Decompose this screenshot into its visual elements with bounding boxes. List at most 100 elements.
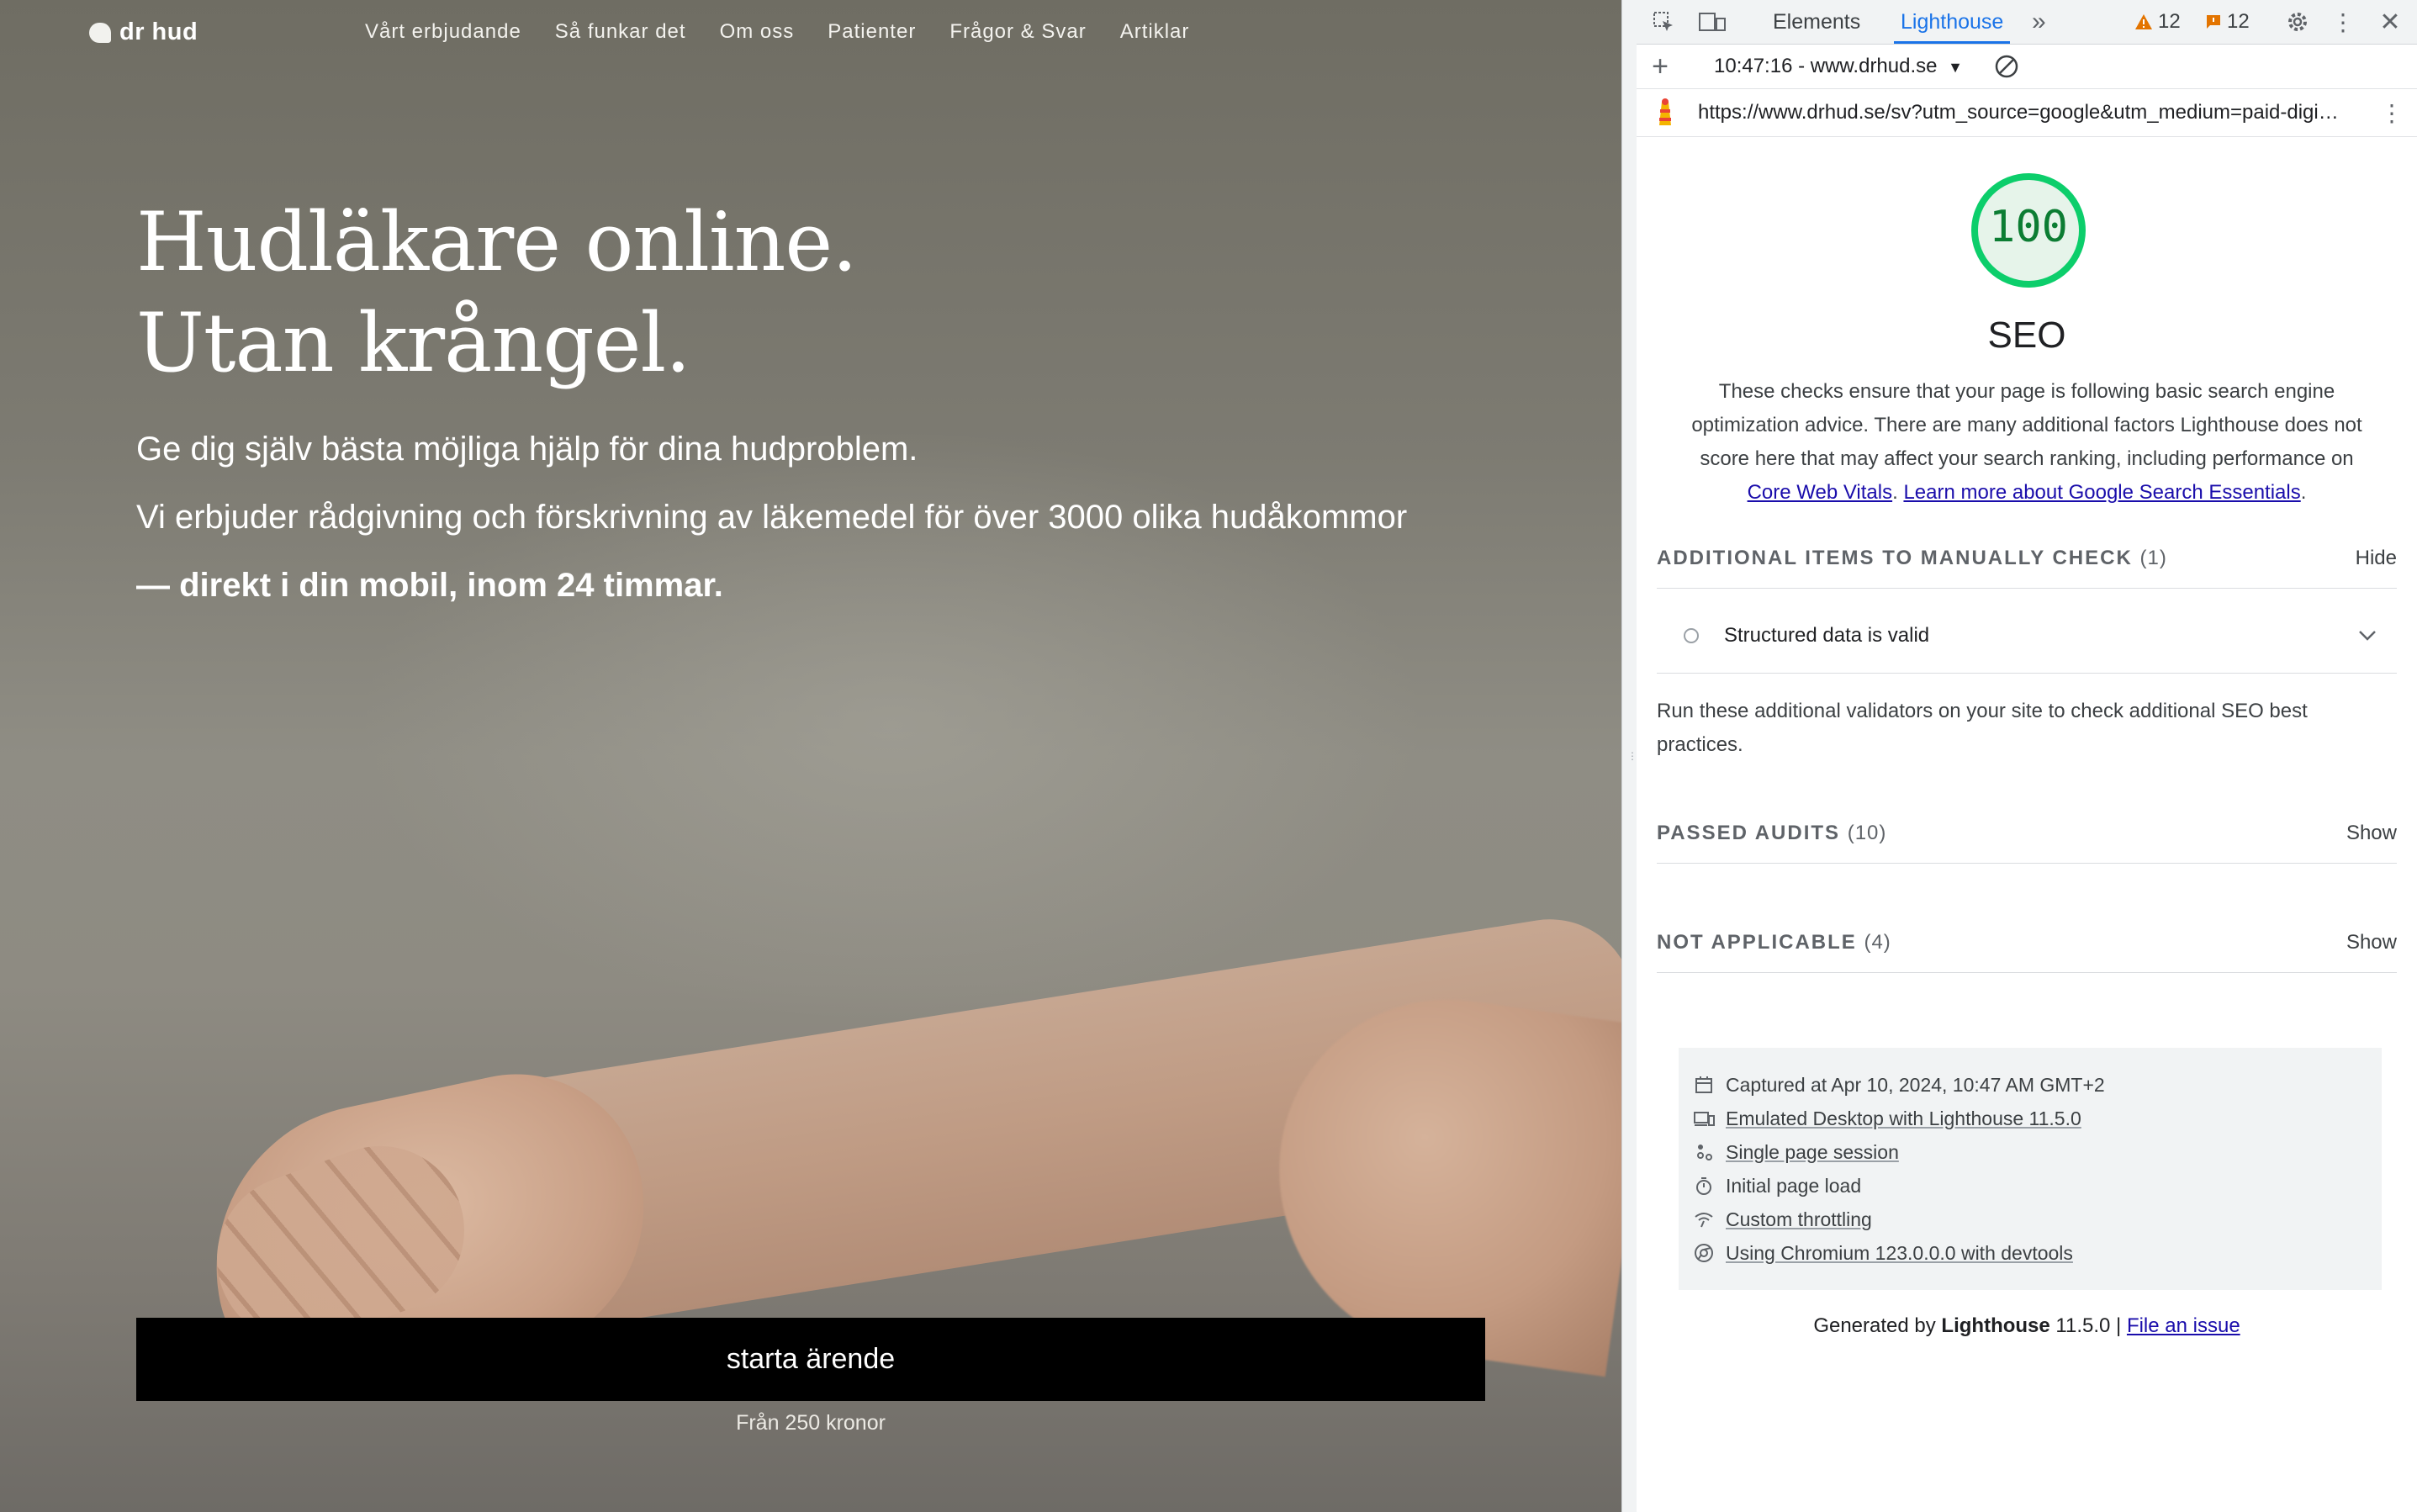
warnings-count: 12 [2158,10,2181,33]
dropdown-caret-icon: ▼ [1948,59,1963,76]
not-applicable-count: (4) [1864,931,1891,954]
audited-url-link[interactable]: https://www.drhud.se/sv?utm_source=googl… [1698,101,2354,124]
warning-icon [2135,14,2152,29]
not-applicable-label: NOT APPLICABLE (4) [1657,931,1891,954]
passed-audits-count: (10) [1847,822,1887,844]
warnings-badge[interactable]: 12 [2134,10,2181,34]
logo-icon [89,22,111,43]
not-applicable-label-text: NOT APPLICABLE [1657,931,1857,954]
not-applicable-show-toggle[interactable]: Show [2346,931,2397,954]
env-captured-at: Captured at Apr 10, 2024, 10:47 AM GMT+2 [1695,1068,2382,1102]
report-selector[interactable]: 10:47:16 - www.drhud.se ▼ [1714,55,1963,78]
chevron-down-icon [2358,625,2377,647]
stopwatch-icon [1692,1174,1716,1197]
passed-audits-group-header[interactable]: PASSED AUDITS (10) Show [1657,804,2397,864]
hero-subtitle-3: — direkt i din mobil, inom 24 timmar. [136,567,723,604]
env-chromium-text: Using Chromium 123.0.0.0 with devtools [1726,1241,2073,1264]
footer-version: 11.5.0 | [2049,1314,2127,1337]
manual-check-label-text: ADDITIONAL ITEMS TO MANUALLY CHECK [1657,547,2133,569]
hero-subtitle-2: Vi erbjuder rådgivning och förskrivning … [136,499,1408,536]
seo-score-value: 100 [1989,202,2068,252]
panel-resize-handle[interactable]: ⋮ [1621,0,1638,1512]
lighthouse-report-bar: + 10:47:16 - www.drhud.se ▼ [1637,45,2417,89]
description-separator: . [1892,481,1904,504]
hero-title: Hudläkare online. Utan krångel. [136,192,858,394]
clear-all-icon[interactable] [1993,53,2020,80]
manual-check-group-label: ADDITIONAL ITEMS TO MANUALLY CHECK (1) [1657,547,2167,570]
price-note: Från 250 kronor [736,1411,886,1435]
close-devtools-icon[interactable]: ✕ [2377,8,2404,36]
issues-count: 12 [2227,10,2250,33]
description-end: . [2300,481,2307,504]
manual-check-description: Run these additional validators on your … [1657,700,2308,756]
env-throttling[interactable]: Custom throttling [1695,1203,2382,1236]
category-description: These checks ensure that your page is fo… [1687,375,2367,510]
core-web-vitals-link[interactable]: Core Web Vitals [1748,481,1893,504]
site-header: dr hud Vårt erbjudande Så funkar det Om … [0,0,1621,66]
inspect-element-icon[interactable] [1650,8,1677,35]
settings-gear-icon[interactable] [2284,8,2311,35]
nav-item-fragor-svar[interactable]: Frågor & Svar [949,20,1086,44]
manual-audit-circle-icon [1684,628,1699,643]
logo-text: dr hud [119,19,198,45]
env-page-load-text: Initial page load [1726,1174,1862,1197]
start-case-button[interactable]: starta ärende [136,1318,1485,1401]
env-emulated-text: Emulated Desktop with Lighthouse 11.5.0 [1726,1107,2081,1129]
manual-check-group-header[interactable]: ADDITIONAL ITEMS TO MANUALLY CHECK (1) H… [1657,529,2397,589]
env-session-text: Single page session [1726,1140,1899,1163]
session-icon [1692,1140,1716,1164]
env-session[interactable]: Single page session [1697,1135,2382,1169]
more-tabs-icon[interactable]: » [2032,0,2046,44]
nav-item-patienter[interactable]: Patienter [828,20,916,44]
not-applicable-group-header[interactable]: NOT APPLICABLE (4) Show [1657,913,2397,973]
audit-title: Structured data is valid [1724,624,1930,647]
tab-elements[interactable]: Elements [1773,0,1860,44]
env-captured-text: Captured at Apr 10, 2024, 10:47 AM GMT+2 [1726,1073,2105,1096]
category-title: SEO [1987,315,2066,356]
learn-more-search-essentials-link[interactable]: Learn more about Google Search Essential… [1903,481,2300,504]
nav-item-om-oss[interactable]: Om oss [720,20,795,44]
env-throttling-text: Custom throttling [1726,1208,1872,1230]
report-menu-icon[interactable]: ⋮ [2380,99,2404,126]
site-logo[interactable]: dr hud [89,19,198,46]
issues-badge[interactable]: 12 [2205,10,2250,34]
audit-structured-data[interactable]: Structured data is valid [1657,599,2397,674]
lighthouse-logo-icon [1652,98,1679,128]
description-text: These checks ensure that your page is fo… [1691,380,2362,470]
nav-item-sa-funkar-det[interactable]: Så funkar det [555,20,686,44]
passed-audits-label-text: PASSED AUDITS [1657,822,1841,844]
devtools-panel: Elements Lighthouse » 12 12 ⋮ ✕ + 10:47:… [1637,0,2417,1512]
customize-menu-icon[interactable]: ⋮ [2331,8,2355,35]
website-viewport: dr hud Vårt erbjudande Så funkar det Om … [0,0,1621,1512]
report-selector-label: 10:47:16 - www.drhud.se [1714,55,1938,77]
issue-flag-icon [2207,15,2220,29]
env-page-load: Initial page load [1696,1169,2382,1203]
resize-grip-icon: ⋮ [1627,750,1637,762]
hero-title-line-1: Hudläkare online. [136,195,858,289]
manual-check-count: (1) [2139,547,2167,569]
env-emulated-device[interactable]: Emulated Desktop with Lighthouse 11.5.0 [1694,1102,2382,1135]
manual-check-hide-toggle[interactable]: Hide [2356,547,2397,570]
network-icon [1692,1208,1716,1231]
report-footer: Generated by Lighthouse 11.5.0 | File an… [1637,1314,2417,1338]
new-report-plus-icon[interactable]: + [1647,50,1674,82]
main-nav: Vårt erbjudande Så funkar det Om oss Pat… [365,20,1189,44]
hero-title-line-2: Utan krångel. [136,296,691,390]
hero-subtitle-1: Ge dig själv bästa möjliga hjälp för din… [136,431,918,468]
devices-icon [1692,1107,1716,1130]
env-chromium[interactable]: Using Chromium 123.0.0.0 with devtools [1695,1236,2382,1270]
report-url-bar: https://www.drhud.se/sv?utm_source=googl… [1637,89,2417,137]
footer-prefix: Generated by [1813,1314,1942,1337]
passed-audits-show-toggle[interactable]: Show [2346,822,2397,845]
nav-item-erbjudande[interactable]: Vårt erbjudande [365,20,521,44]
chromium-icon [1692,1241,1716,1265]
nav-item-artiklar[interactable]: Artiklar [1120,20,1190,44]
device-toolbar-icon[interactable] [1697,8,1727,35]
devtools-toolbar: Elements Lighthouse » 12 12 ⋮ ✕ [1637,0,2417,45]
calendar-icon [1692,1073,1716,1097]
footer-brand: Lighthouse [1941,1314,2050,1337]
run-environment-box: Captured at Apr 10, 2024, 10:47 AM GMT+2… [1679,1048,2382,1290]
passed-audits-label: PASSED AUDITS (10) [1657,822,1886,845]
tab-lighthouse[interactable]: Lighthouse [1893,0,2011,44]
file-an-issue-link[interactable]: File an issue [2127,1314,2240,1337]
